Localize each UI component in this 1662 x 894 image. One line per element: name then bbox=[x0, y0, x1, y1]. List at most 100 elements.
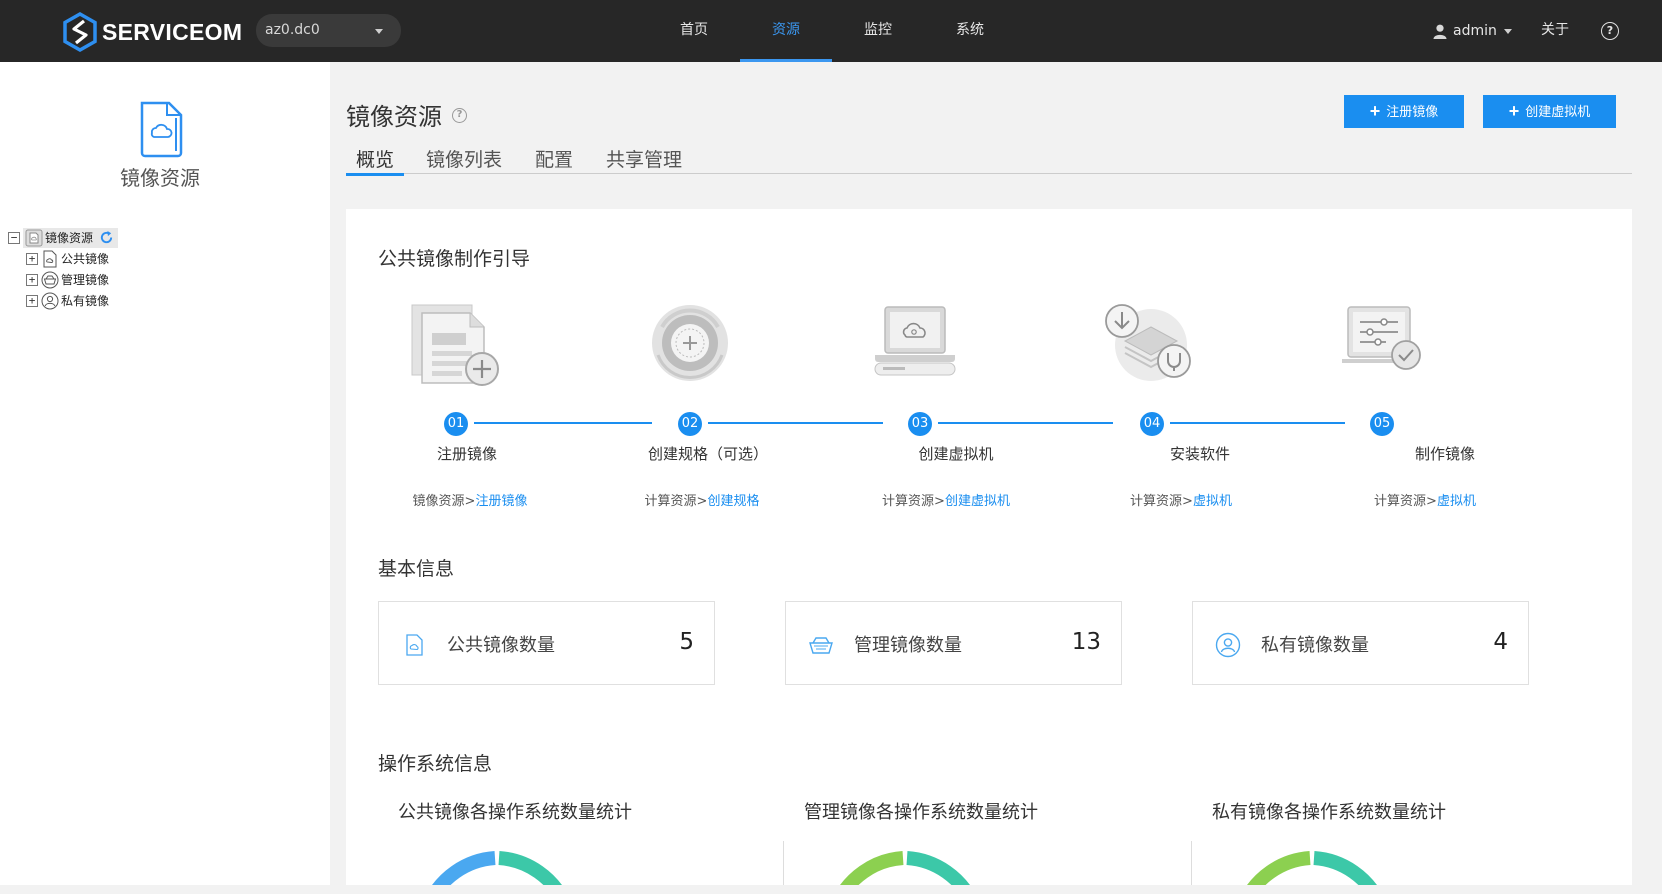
donut-segment bbox=[432, 851, 496, 885]
donut-segment bbox=[1313, 851, 1377, 885]
nav-monitor[interactable]: 监控 bbox=[832, 0, 924, 62]
register-image-button[interactable]: + 注册镜像 bbox=[1344, 95, 1464, 128]
chart-title-public: 公共镜像各操作系统数量统计 bbox=[398, 802, 632, 823]
image-resource-icon bbox=[140, 101, 183, 158]
tab-image-list[interactable]: 镜像列表 bbox=[426, 145, 502, 174]
step-number: 03 bbox=[908, 412, 932, 436]
chart-title-manage: 管理镜像各操作系统数量统计 bbox=[804, 802, 1038, 823]
az-select[interactable]: az0.dc0 bbox=[256, 14, 401, 47]
user-icon bbox=[1433, 24, 1447, 39]
step-label: 创建虚拟机 bbox=[918, 445, 994, 463]
tree-label-manage: 管理镜像 bbox=[61, 273, 110, 287]
tab-config[interactable]: 配置 bbox=[535, 145, 573, 174]
disc-add-icon bbox=[652, 305, 728, 381]
donut-segment bbox=[906, 851, 970, 885]
step-label: 安装软件 bbox=[1169, 445, 1231, 463]
public-image-icon bbox=[406, 634, 423, 656]
about-link[interactable]: 关于 bbox=[1541, 0, 1569, 62]
settings-check-icon bbox=[1342, 306, 1421, 370]
stat-value: 4 bbox=[1493, 629, 1508, 655]
step-path: 计算资源>虚拟机 bbox=[1374, 490, 1476, 509]
main-nav: 首页 资源 监控 系统 bbox=[648, 0, 1016, 62]
tree-node-public[interactable]: + 公共镜像 bbox=[8, 248, 118, 269]
image-folder-icon bbox=[25, 229, 43, 246]
tab-overview[interactable]: 概览 bbox=[345, 145, 405, 176]
step-link-create-vm[interactable]: 创建虚拟机 bbox=[945, 494, 1010, 509]
create-vm-button[interactable]: + 创建虚拟机 bbox=[1483, 95, 1616, 128]
tab-share-manage[interactable]: 共享管理 bbox=[606, 145, 682, 174]
install-software-icon bbox=[1105, 304, 1191, 381]
step-path: 镜像资源>注册镜像 bbox=[413, 490, 528, 509]
left-panel: 镜像资源 − 镜像资源 + 公共镜像 + 管理镜像 + 私有镜像 bbox=[0, 62, 330, 885]
guide-title: 公共镜像制作引导 bbox=[378, 248, 531, 270]
private-image-icon bbox=[1215, 632, 1241, 658]
step-path-prefix: 镜像资源> bbox=[412, 494, 476, 509]
os-donut-chart-private[interactable] bbox=[1226, 849, 1396, 885]
top-bar: SERVICEOM az0.dc0 首页 资源 监控 系统 admin 关于 ? bbox=[0, 0, 1662, 62]
step-path: 计算资源>虚拟机 bbox=[1130, 490, 1232, 509]
step-link-vm[interactable]: 虚拟机 bbox=[1193, 494, 1232, 509]
step-connector bbox=[708, 422, 883, 424]
step-number: 01 bbox=[444, 412, 468, 436]
nav-resources[interactable]: 资源 bbox=[740, 0, 832, 62]
step-number: 02 bbox=[678, 412, 702, 436]
step-number: 05 bbox=[1370, 412, 1394, 436]
overview-card: 公共镜像制作引导 01 02 03 04 05 注册镜像 创建规格（可选） 创建… bbox=[346, 209, 1632, 885]
chevron-down-icon bbox=[1503, 28, 1512, 34]
help-icon[interactable]: ? bbox=[1601, 22, 1619, 40]
public-image-icon bbox=[43, 250, 57, 267]
donut-segment bbox=[498, 851, 562, 885]
step-connector bbox=[1170, 422, 1345, 424]
tree-node-root-label[interactable]: 镜像资源 bbox=[23, 227, 119, 248]
step-link-register-image[interactable]: 注册镜像 bbox=[475, 494, 527, 509]
step-link-create-flavor[interactable]: 创建规格 bbox=[707, 494, 759, 509]
stat-label: 私有镜像数量 bbox=[1261, 635, 1369, 656]
stat-card-private[interactable]: 私有镜像数量 4 bbox=[1192, 601, 1529, 685]
tree-expand-toggle[interactable]: + bbox=[26, 252, 38, 265]
nav-home[interactable]: 首页 bbox=[648, 0, 740, 62]
chevron-down-icon bbox=[375, 29, 383, 34]
step-label: 注册镜像 bbox=[436, 445, 498, 463]
plus-icon: + bbox=[1369, 101, 1381, 121]
help-icon[interactable]: ? bbox=[452, 108, 467, 123]
tree-node-manage[interactable]: + 管理镜像 bbox=[8, 269, 118, 290]
document-add-icon bbox=[411, 304, 499, 386]
tree-node-root: − 镜像资源 bbox=[8, 227, 119, 248]
os-donut-chart-manage[interactable] bbox=[819, 849, 989, 885]
tree-collapse-toggle[interactable]: − bbox=[8, 231, 20, 244]
logo[interactable]: SERVICEOM bbox=[62, 12, 242, 52]
step-label: 创建规格（可选） bbox=[647, 445, 769, 463]
page-tabs: 概览 镜像列表 配置 共享管理 bbox=[345, 142, 1632, 176]
step-path: 计算资源>创建规格 bbox=[645, 490, 760, 509]
donut-segment bbox=[1247, 851, 1311, 885]
stat-card-manage[interactable]: 管理镜像数量 13 bbox=[785, 601, 1122, 685]
manage-image-icon bbox=[809, 637, 833, 654]
os-info-title: 操作系统信息 bbox=[378, 753, 493, 775]
tree-expand-toggle[interactable]: + bbox=[26, 273, 38, 286]
tree-label-public: 公共镜像 bbox=[61, 252, 110, 266]
divider bbox=[783, 841, 784, 885]
stat-card-public[interactable]: 公共镜像数量 5 bbox=[378, 601, 715, 685]
serviceom-logo-icon bbox=[63, 12, 97, 52]
step-number: 04 bbox=[1140, 412, 1164, 436]
stat-label: 公共镜像数量 bbox=[447, 635, 555, 656]
step-path-prefix: 计算资源> bbox=[882, 494, 945, 509]
step-connector bbox=[938, 422, 1113, 424]
user-menu[interactable]: admin bbox=[1433, 0, 1512, 62]
os-donut-chart-public[interactable] bbox=[411, 849, 581, 885]
step-link-vm[interactable]: 虚拟机 bbox=[1437, 494, 1476, 509]
page-title: 镜像资源 bbox=[346, 103, 442, 131]
tree-label-private: 私有镜像 bbox=[61, 294, 110, 308]
divider bbox=[1191, 841, 1192, 885]
tree-node-private[interactable]: + 私有镜像 bbox=[8, 290, 118, 311]
stat-value: 5 bbox=[679, 629, 694, 655]
image-tree: − 镜像资源 + 公共镜像 + 管理镜像 + 私有镜像 bbox=[8, 227, 119, 311]
stat-label: 管理镜像数量 bbox=[854, 635, 962, 656]
tree-root-label: 镜像资源 bbox=[45, 231, 94, 245]
chart-title-private: 私有镜像各操作系统数量统计 bbox=[1212, 802, 1446, 823]
create-vm-label: 创建虚拟机 bbox=[1525, 104, 1591, 119]
manage-image-icon bbox=[41, 271, 59, 288]
nav-system[interactable]: 系统 bbox=[924, 0, 1016, 62]
tree-expand-toggle[interactable]: + bbox=[26, 294, 38, 307]
refresh-icon[interactable] bbox=[99, 230, 114, 245]
